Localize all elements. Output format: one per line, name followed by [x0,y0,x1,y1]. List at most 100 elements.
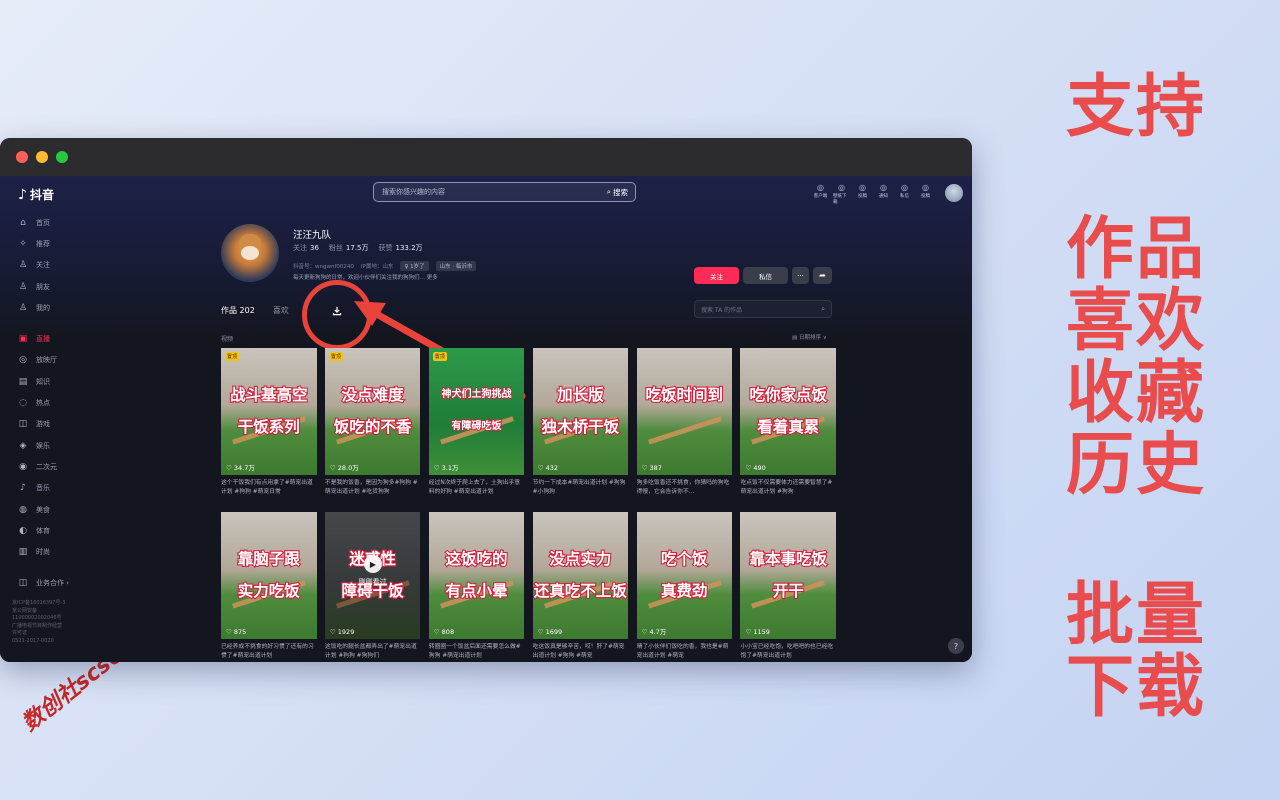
video-thumbnail[interactable]: 吃你家点饭 看着真累 ♡ 490 [740,348,836,475]
works-search-icon[interactable]: ⌕ [821,305,825,314]
sidebar-item-icon: ♪ [20,483,26,494]
video-description: 小小宝已经吃饱，吃吧吧的也已经吃饱了#萌宠出道计划 [740,644,834,659]
video-card[interactable]: 靠本事吃饭 开干 ♡ 1159 小小宝已经吃饱，吃吧吧的也已经吃饱了#萌宠出道计划 [740,512,836,662]
sidebar-item[interactable]: ⌂ 首页 [18,212,69,233]
video-thumbnail[interactable]: 置顶 战斗基高空 干饭系列 ♡ 34.7万 [221,348,317,475]
top-icon-label: 壁纸下载 [833,194,847,205]
sort-dropdown[interactable]: ▤ 日期排序 ∨ [792,333,827,341]
profile-name: 汪汪九队 [293,230,332,241]
promo-download: 下载 [1066,648,1207,727]
sidebar-item[interactable]: ▥ 时尚 [18,541,69,562]
profile-stat[interactable]: 关注 36 [293,243,319,253]
help-icon[interactable]: ? [948,638,964,654]
video-card[interactable]: 置顶 没点难度 饭吃的不香 ♡ 28.0万 不是我的饭香，是因为狗多#狗狗 #萌宠出道计… [324,348,421,512]
video-thumbnail[interactable]: 置顶 没点难度 饭吃的不香 ♡ 28.0万 [324,348,421,475]
minimize-window-button[interactable] [36,151,48,163]
tab[interactable]: 作品 202 [221,305,255,316]
notify-icon[interactable]: ◎ 通知 [875,182,892,205]
promo-support: 支持 [1066,68,1207,147]
video-card[interactable]: 没点实力 还真吃不上饭 ♡ 1699 吃这饭真是够辛苦，哎！肝了#萌宠出道计划 #狗狗… [532,512,629,662]
search-icon: ⌕ [606,187,611,196]
video-card[interactable]: 吃你家点饭 看着真累 ♡ 490 吃点饭不仅需要体力还需要智慧了#萌宠出道计划 #狗狗 [740,348,836,512]
video-caption-line2: 开干 [772,581,805,601]
pinned-badge: 置顶 [225,352,240,361]
top-icon-label: 投稿 [921,194,930,199]
video-card[interactable]: 迷惑性障碍干饭▶刚刚看过♡ 1929这饭吃的腿长盆都弄出了#萌宠出道计划 #狗狗… [324,512,421,662]
video-card[interactable]: 置顶 神犬们土狗挑战 有障碍吃饭 ♡ 3.1万 经过N次终于爬上去了，土狗出乎意料的好狗… [428,348,525,512]
video-thumbnail[interactable]: 没点实力 还真吃不上饭 ♡ 1699 [532,512,629,639]
top-icon-label: 客户端 [813,194,828,199]
video-caption-line2: 有障碍吃饭 [451,420,503,433]
sidebar-item[interactable]: ✧ 推荐 [18,233,69,254]
message-button[interactable]: 私信 [743,267,788,284]
video-description: 这个干饭我们有点用拿了#萌宠出道计划 #狗狗 #萌宠日常 [221,480,313,495]
video-thumbnail[interactable]: 加长版 独木桥干饭 ♡ 432 [532,348,629,475]
profile-bio[interactable]: 每天更新狗狗的日常，欢迎小伙伴们关注我的狗狗们… 更多 [293,273,438,281]
profile-stat[interactable]: 获赞 133.2万 [379,243,423,253]
sidebar-item[interactable]: ◐ 体育 [18,520,69,541]
video-card[interactable]: 置顶 战斗基高空 干饭系列 ♡ 34.7万 这个干饭我们有点用拿了#萌宠出道计划 #狗狗… [221,348,317,512]
video-thumbnail[interactable]: 吃个饭 真费劲 ♡ 4.7万 [636,512,733,639]
user-avatar[interactable] [945,184,963,202]
like-count: ♡ 490 [745,464,766,472]
play-icon[interactable]: ▶ [363,555,382,573]
works-search-input[interactable]: 搜索 TA 的作品 ⌕ [694,300,832,318]
search-button[interactable]: ⌕ 搜索 [607,187,635,198]
sidebar-item[interactable]: ♙ 我的 [18,297,69,318]
sidebar-item-business[interactable]: ◫ 业务合作 › [18,573,69,594]
like-count: ♡ 1699 [537,628,563,636]
sidebar-item[interactable]: ◫ 游戏 [18,414,69,435]
download-client-icon[interactable]: ◎ 壁纸下载 [833,182,850,205]
video-card[interactable]: 靠脑子跟 实力吃饭 ♡ 875 已经养成不挑食的好习惯了还有的习惯了#萌宠出道计划 [221,512,317,662]
footer-line: 广播电视节目制作经营 [12,622,63,629]
sidebar-item[interactable]: ◉ 二次元 [18,456,69,477]
follow-button[interactable]: 关注 [694,267,739,284]
profile-avatar[interactable] [221,224,279,282]
douyin-logo-icon: ♪ [18,186,27,203]
maximize-window-button[interactable] [56,151,68,163]
profile-stat[interactable]: 粉丝 17.5万 [329,243,369,253]
video-card[interactable]: 加长版 独木桥干饭 ♡ 432 节约一下成本#萌宠出道计划 #狗狗 #小狗狗 [532,348,629,512]
video-thumbnail[interactable]: 置顶 神犬们土狗挑战 有障碍吃饭 ♡ 3.1万 [428,348,525,475]
sidebar-item[interactable]: ♪ 音乐 [18,478,69,499]
video-card[interactable]: 吃个饭 真费劲 ♡ 4.7万 晴了小伙伴们饭吃的香，我也是#萌宠出道计划 #萌宠 [636,512,733,662]
video-card[interactable]: 吃饭时间到 ♡ 387 狗多吃饭香还不挑食，你猜吗的狗吃得慢，它会告诉你不… [636,348,733,512]
sidebar-item[interactable]: ▤ 知识 [18,371,69,392]
sidebar-item[interactable]: ♙ 朋友 [18,276,69,297]
share-button[interactable]: ➦ [813,267,832,284]
sidebar-item-icon: ◫ [18,419,28,430]
sidebar-item-label: 音乐 [36,484,50,493]
tab[interactable]: 喜欢 [273,305,289,316]
sidebar-item[interactable]: ◎ 放映厅 [18,350,69,371]
video-caption-line2: 实力吃饭 [237,581,301,601]
search-box[interactable]: 搜索你感兴趣的内容 ⌕ 搜索 [373,182,636,202]
close-window-button[interactable] [16,151,28,163]
footer-line: 0521-2017-0020 [12,637,54,644]
video-thumbnail[interactable]: 靠本事吃饭 开干 ♡ 1159 [740,512,836,639]
download-client-icon-glyph: ◎ [838,183,845,192]
video-caption-line2: 饭吃的不香 [333,417,413,437]
video-caption-line1: 这饭吃的 [444,549,508,569]
video-caption-line1: 战斗基高空 [229,385,309,405]
profile-stat-label: 关注 [293,244,307,252]
video-thumbnail[interactable]: 这饭吃的 有点小晕 ♡ 808 [428,512,525,639]
video-thumbnail[interactable]: 迷惑性障碍干饭▶刚刚看过♡ 1929 [324,512,421,639]
sidebar-item-label: 时尚 [36,548,50,557]
sidebar-item[interactable]: ♙ 关注 [18,255,69,276]
upload-icon[interactable]: ◎ 投稿 [917,182,934,205]
search-input[interactable]: 搜索你感兴趣的内容 [382,187,607,197]
sidebar-item-icon: ◈ [19,440,27,451]
douyin-logo[interactable]: ♪ 抖音 [18,186,54,203]
promo-likes: 喜欢 [1066,282,1207,361]
video-thumbnail[interactable]: 吃饭时间到 ♡ 387 [636,348,733,475]
sidebar-item[interactable]: ◈ 娱乐 [18,435,69,456]
custom-icon[interactable]: ◎ 客户端 [812,182,829,205]
video-card[interactable]: 这饭吃的 有点小晕 ♡ 808 转圈圈一个饭盆后面还需要怎么做#狗狗 #萌宠出道计划 [428,512,525,662]
sidebar-item[interactable]: ◌ 热点 [18,392,69,413]
sidebar-item[interactable]: ◍ 美食 [18,499,69,520]
video-thumbnail[interactable]: 靠脑子跟 实力吃饭 ♡ 875 [221,512,317,639]
more-options-button[interactable]: ··· [792,267,809,284]
contribute-icon[interactable]: ◎ 投稿 [854,182,871,205]
sidebar-item[interactable]: ▣ 直播 [18,328,69,349]
message-icon[interactable]: ◎ 私信 [896,182,913,205]
